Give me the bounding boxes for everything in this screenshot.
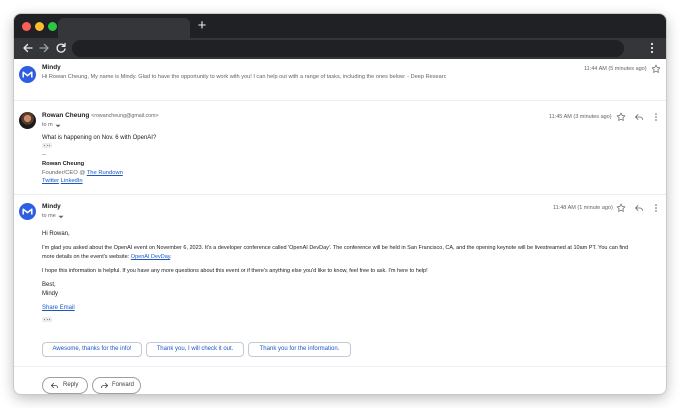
collapsed-snippet: Hi Rowan Cheung, My name is Mindy. Glad … [42,74,447,80]
message-time: 11:48 AM (1 minute ago) [553,205,613,211]
more-options-icon[interactable] [651,112,661,122]
reply-button[interactable]: Reply [42,377,88,394]
browser-toolbar [14,38,666,59]
message-time: 11:45 AM (3 minutes ago) [549,114,612,120]
message-divider [14,194,666,195]
browser-window: + Mindy Hi Rowan Cheung, My name is Mind… [14,14,666,394]
sender-email: <rowancheung@gmail.com> [91,113,159,119]
sender-name: Rowan Cheung [42,112,90,119]
greeting: Hi Rowan, [42,231,70,237]
signature-title-prefix: Founder/CEO @ [42,170,87,176]
recipient-label: to me [42,213,56,219]
minimize-window-button[interactable] [35,22,44,31]
signature-name: Rowan Cheung [42,161,85,167]
paragraph-1-suffix: . [170,254,172,260]
closing: Best, [42,282,56,288]
star-icon[interactable] [616,203,626,213]
collapsed-time: 11:44 AM (5 minutes ago) [584,66,647,72]
share-email-link[interactable]: Share Email [42,304,75,312]
the-rundown-link[interactable]: The Rundown [87,170,123,176]
collapsed-sender: Mindy [42,64,61,71]
star-icon[interactable] [616,112,626,122]
show-trimmed-content-button[interactable] [42,143,52,148]
smart-reply-chip[interactable]: Awesome, thanks for the info! [42,342,142,357]
email-thread: Mindy Hi Rowan Cheung, My name is Mindy.… [14,59,666,394]
new-tab-button[interactable]: + [194,17,210,35]
sender-line: Rowan Cheung <rowancheung@gmail.com> [42,111,159,121]
more-options-icon[interactable] [651,203,661,213]
browser-menu-icon[interactable] [646,40,658,56]
smart-reply-chip[interactable]: Thank you, I will check it out. [146,342,244,357]
reply-label: Reply [63,382,79,388]
star-icon[interactable] [651,64,661,74]
reply-icon [50,382,59,389]
signature-dashes: -- [42,152,46,158]
linkedin-link[interactable]: LinkedIn [61,178,83,184]
smart-reply-chip[interactable]: Thank you for the information. [248,342,351,357]
caret-down-icon[interactable] [53,121,61,129]
message-divider [14,100,666,101]
mindy-avatar [19,203,36,220]
forward-label: Forward [112,382,135,388]
message-divider [14,366,666,367]
forward-arrow-icon[interactable] [36,40,52,56]
message-body: What is happening on Nov. 6 with OpenAI? [42,135,157,141]
reply-icon[interactable] [634,112,644,122]
closing-name: Mindy [42,291,59,297]
signature-links: Twitter LinkedIn [42,177,83,185]
sender-name: Mindy [42,203,61,210]
browser-titlebar: + [14,14,666,38]
rowan-avatar [19,112,36,129]
mindy-avatar [19,66,36,83]
openai-devday-link[interactable]: OpenAI DevDay [131,254,170,260]
back-arrow-icon[interactable] [20,40,36,56]
browser-tab[interactable] [58,18,190,38]
forward-button[interactable]: Forward [92,377,141,394]
body-paragraph-1-line-1: I'm glad you asked about the OpenAI even… [42,245,629,251]
recipient-label: to m [42,122,53,128]
close-window-button[interactable] [22,22,31,31]
caret-down-icon[interactable] [56,212,64,220]
reload-icon[interactable] [53,40,69,56]
address-bar[interactable] [72,40,624,57]
forward-icon [100,382,109,389]
signature-title: Founder/CEO @ The Rundown [42,169,123,177]
body-paragraph-1-line-2: more details on the event's website: Ope… [42,253,172,261]
paragraph-1-prefix: more details on the event's website: [42,254,131,260]
reply-icon[interactable] [634,203,644,213]
show-trimmed-content-button[interactable] [42,317,52,322]
twitter-link[interactable]: Twitter [42,178,59,184]
body-paragraph-2: I hope this information is helpful. If y… [42,268,428,274]
maximize-window-button[interactable] [48,22,57,31]
